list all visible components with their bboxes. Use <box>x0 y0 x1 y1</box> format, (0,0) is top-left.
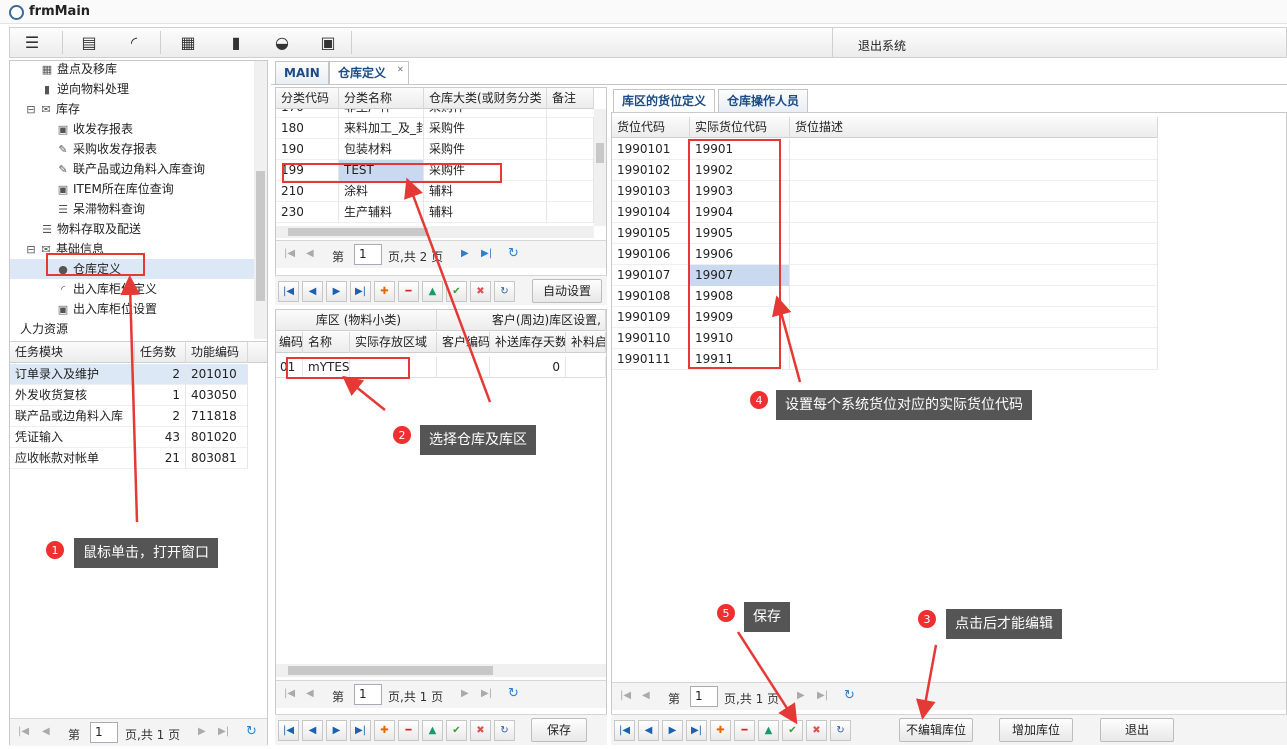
annotation-label: 保存 <box>744 602 790 632</box>
annotation-step-badge: 2 <box>392 425 412 445</box>
annotation-arrows <box>120 177 938 725</box>
annotation-label: 鼠标单击，打开窗口 <box>74 538 218 568</box>
annotation-label: 选择仓库及库区 <box>420 425 536 455</box>
arrow-5 <box>736 631 798 725</box>
arrow-2b <box>342 375 386 411</box>
annotation-step-badge: 5 <box>716 603 736 623</box>
annotation-step-badge: 3 <box>917 609 937 629</box>
annotation-label: 点击后才能编辑 <box>946 609 1062 639</box>
arrow-1 <box>120 275 141 523</box>
arrow-3 <box>915 644 938 720</box>
annotation-step-badge: 4 <box>749 390 769 410</box>
annotation-label: 设置每个系统货位对应的实际货位代码 <box>776 390 1032 420</box>
annotation-step-badge: 1 <box>45 540 65 560</box>
arrow-2a <box>404 177 492 403</box>
arrow-4 <box>771 295 802 383</box>
